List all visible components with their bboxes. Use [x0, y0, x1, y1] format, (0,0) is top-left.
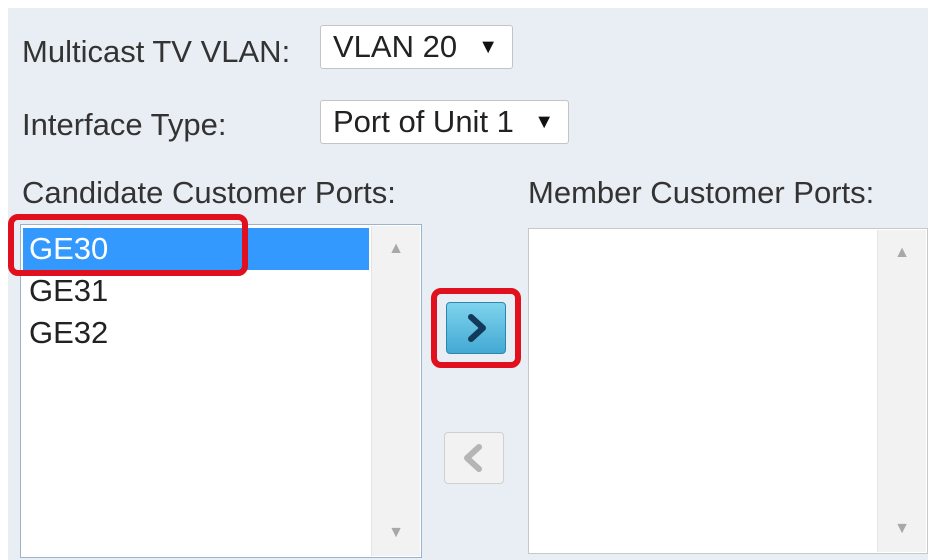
candidate-ports-scrollbar[interactable]: ▲ ▼	[371, 226, 420, 556]
multicast-vlan-label: Multicast TV VLAN:	[22, 34, 291, 69]
member-ports-scrollbar[interactable]: ▲ ▼	[877, 230, 926, 552]
candidate-ports-label: Candidate Customer Ports:	[22, 175, 396, 210]
scroll-up-icon[interactable]: ▲	[372, 234, 420, 264]
list-item-ge30[interactable]: GE30	[23, 228, 369, 270]
candidate-ports-listbox[interactable]: GE30 GE31 GE32 ▲ ▼	[20, 224, 422, 558]
list-item-ge32[interactable]: GE32	[23, 312, 369, 354]
scroll-down-icon[interactable]: ▼	[878, 514, 926, 544]
chevron-left-icon	[464, 444, 482, 472]
chevron-right-icon	[468, 314, 486, 342]
interface-type-value: Port of Unit 1	[333, 104, 514, 139]
dropdown-arrow-icon: ▼	[478, 36, 498, 58]
member-ports-listbox[interactable]: ▲ ▼	[528, 228, 928, 554]
form-panel: Multicast TV VLAN: VLAN 20 ▼ Interface T…	[8, 8, 928, 560]
scroll-up-icon[interactable]: ▲	[878, 238, 926, 268]
interface-type-select[interactable]: Port of Unit 1 ▼	[320, 100, 569, 144]
add-to-member-button[interactable]	[446, 302, 506, 354]
interface-type-label: Interface Type:	[22, 107, 227, 142]
list-item-ge31[interactable]: GE31	[23, 270, 369, 312]
scroll-down-icon[interactable]: ▼	[372, 518, 420, 548]
dropdown-arrow-icon: ▼	[534, 111, 554, 133]
remove-from-member-button[interactable]	[444, 432, 504, 484]
multicast-vlan-select[interactable]: VLAN 20 ▼	[320, 25, 513, 69]
member-ports-label: Member Customer Ports:	[528, 175, 875, 210]
multicast-vlan-value: VLAN 20	[333, 29, 458, 64]
